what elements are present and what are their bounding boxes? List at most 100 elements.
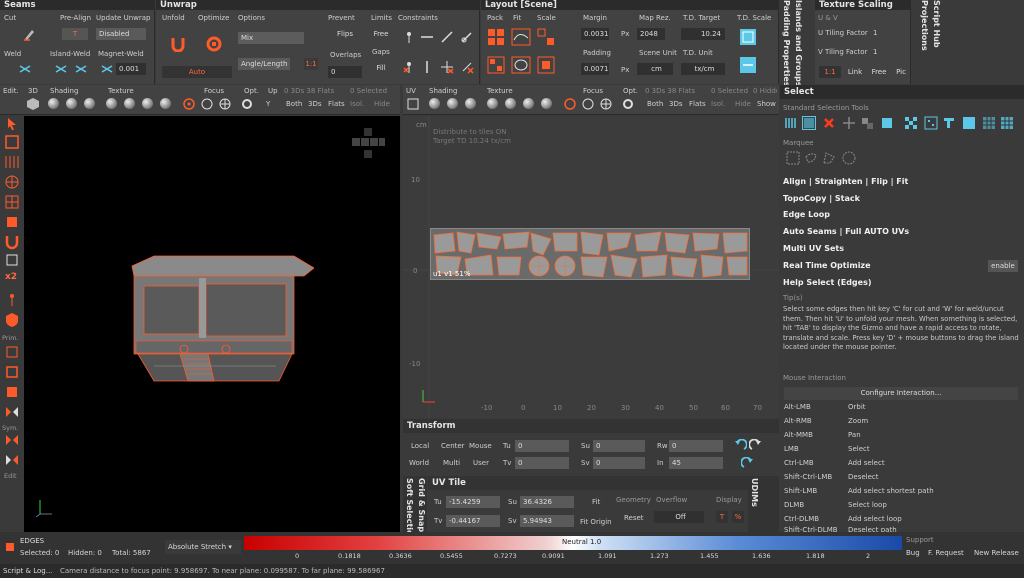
rotate-apply-icon[interactable] [741, 457, 755, 471]
weld-icon[interactable] [18, 62, 32, 76]
uv-flats-toggle[interactable]: Flats [689, 98, 706, 110]
view-cube-icon[interactable] [350, 126, 386, 162]
feature-request-link[interactable]: F. Request [928, 549, 964, 557]
marquee-circle-icon[interactable] [842, 151, 856, 165]
td-scale-icon[interactable] [739, 28, 757, 46]
marquee-lasso-icon[interactable] [804, 151, 818, 165]
view3d-3ds-toggle[interactable]: 3Ds [308, 98, 322, 110]
uv-shading-wire-icon[interactable] [447, 98, 458, 109]
uvtile-sv-field[interactable]: 5.94943 [520, 515, 574, 527]
view3d-isol-toggle[interactable]: Isol. [350, 98, 364, 110]
uv-texture-map-icon[interactable] [541, 98, 552, 109]
margin-value[interactable]: 0.0031 [581, 28, 609, 40]
maprez-value[interactable]: 2048 [637, 28, 665, 40]
tab-grid-snap[interactable]: Grid & Snap [417, 478, 426, 532]
viewport-uv[interactable]: cm Distribute to tiles ON Target TD 10.2… [403, 116, 779, 418]
opt-gear-icon[interactable] [240, 97, 254, 111]
enable-button[interactable]: enable [988, 260, 1018, 272]
marquee-poly-icon[interactable] [822, 151, 836, 165]
uv-both-toggle[interactable]: Both [647, 98, 663, 110]
island-weld-icon[interactable] [54, 62, 68, 76]
view3d-flats-toggle[interactable]: Flats [328, 98, 345, 110]
vertical-constraint-icon[interactable] [420, 60, 434, 74]
display-pct-toggle[interactable]: % [732, 511, 744, 523]
rotate-cw-icon[interactable] [749, 439, 763, 453]
texture-map-icon[interactable] [160, 98, 171, 109]
edge-tool-icon[interactable] [0, 154, 24, 170]
magnet-weld-value[interactable]: 0.001 [116, 63, 146, 75]
x2-label[interactable]: x2 [5, 272, 17, 282]
world-toggle[interactable]: World [409, 457, 429, 469]
pack-islands-icon[interactable] [487, 56, 505, 74]
display-t-toggle[interactable]: T [716, 511, 728, 523]
grid-tool-icon[interactable] [0, 194, 24, 210]
uv-square-icon[interactable] [406, 97, 420, 111]
cut-pen-icon[interactable] [22, 27, 36, 41]
tab-projections[interactable]: Projections [920, 0, 929, 84]
menu-multi-uv[interactable]: Multi UV Sets [780, 241, 1020, 257]
in-field[interactable]: 45 [669, 457, 723, 469]
view3d-hide-toggle[interactable]: Hide [374, 98, 390, 110]
bug-link[interactable]: Bug [906, 549, 920, 557]
shading-sphere-icon[interactable] [48, 98, 59, 109]
rect-select-icon[interactable] [0, 134, 24, 150]
pack-icon[interactable] [487, 28, 505, 46]
fit-icon[interactable] [511, 28, 531, 46]
view3d-both-toggle[interactable]: Both [286, 98, 302, 110]
select-all-icon[interactable] [784, 116, 798, 130]
tab-script-hub[interactable]: Script Hub [932, 0, 941, 84]
prim-fill-icon[interactable] [0, 384, 24, 400]
uv-focus-all-icon[interactable] [581, 97, 595, 111]
uv-focus-icon[interactable] [563, 97, 577, 111]
remove-chain-icon[interactable] [460, 60, 474, 74]
focus-sel-icon[interactable] [218, 97, 232, 111]
local-toggle[interactable]: Local [411, 440, 429, 452]
unpin-icon[interactable] [402, 60, 416, 74]
padding-value[interactable]: 0.0071 [581, 63, 609, 75]
scene-unit-select[interactable]: cm [637, 63, 673, 75]
tu-field[interactable]: 0 [515, 440, 569, 452]
ratio-toggle[interactable]: 1:1 [304, 58, 318, 70]
sym-horizontal-icon[interactable] [0, 432, 24, 448]
auto-button[interactable]: Auto [162, 66, 232, 78]
viewport-3d[interactable] [24, 116, 400, 532]
unfold-magnet-icon[interactable] [170, 36, 186, 52]
scale-icon[interactable] [537, 28, 555, 46]
tab-soft-selection[interactable]: Soft Selection [405, 478, 414, 541]
fill-toggle[interactable]: Fill [368, 62, 394, 74]
magnet-weld-icon[interactable] [100, 62, 114, 76]
horizontal-constraint-icon[interactable] [420, 30, 434, 44]
remove-constraint-icon[interactable] [440, 60, 454, 74]
uv-show-toggle[interactable]: Show [757, 98, 776, 110]
chain-icon[interactable] [460, 30, 474, 44]
overlaps-value[interactable]: 0 [328, 66, 362, 78]
prim-square-icon[interactable] [0, 344, 24, 360]
td-target-value[interactable]: 10.24 [681, 28, 725, 40]
tab-islands-groups[interactable]: Islands and Groups [794, 0, 803, 87]
uvtile-su-field[interactable]: 36.4326 [520, 496, 574, 508]
update-unwrap-select[interactable]: Disabled [96, 28, 146, 40]
uv-3ds-toggle[interactable]: 3Ds [669, 98, 683, 110]
select-island-icon[interactable] [880, 116, 894, 130]
diagonal-constraint-icon[interactable] [440, 30, 454, 44]
select-arrow-icon[interactable] [0, 116, 24, 132]
magnet-tool-icon[interactable] [0, 234, 24, 250]
options-select[interactable]: Mix [238, 32, 304, 44]
stretch-select[interactable]: Absolute Stretch ▾ [165, 540, 241, 554]
select-dots-icon[interactable] [924, 116, 938, 130]
uv-texture-sphere-icon[interactable] [487, 98, 498, 109]
select-grid-icon[interactable] [802, 116, 816, 130]
td-unit-select[interactable]: tx/cm [681, 63, 725, 75]
rw-field[interactable]: 0 [669, 440, 723, 452]
configure-interaction-button[interactable]: Configure Interaction... [784, 387, 1018, 400]
select-similar-icon[interactable] [962, 116, 976, 130]
select-checker-icon[interactable] [904, 116, 918, 130]
ts-link-toggle[interactable]: Link [845, 66, 865, 78]
ts-pic-toggle[interactable]: Pic [893, 66, 909, 78]
free-toggle[interactable]: Free [368, 28, 394, 40]
mouse-toggle[interactable]: Mouse [469, 440, 492, 452]
uv-shading-sphere-icon[interactable] [429, 98, 440, 109]
select-mix-icon[interactable] [860, 116, 874, 130]
pin-tool-icon[interactable] [0, 292, 24, 308]
sphere-tool-icon[interactable] [0, 174, 24, 190]
